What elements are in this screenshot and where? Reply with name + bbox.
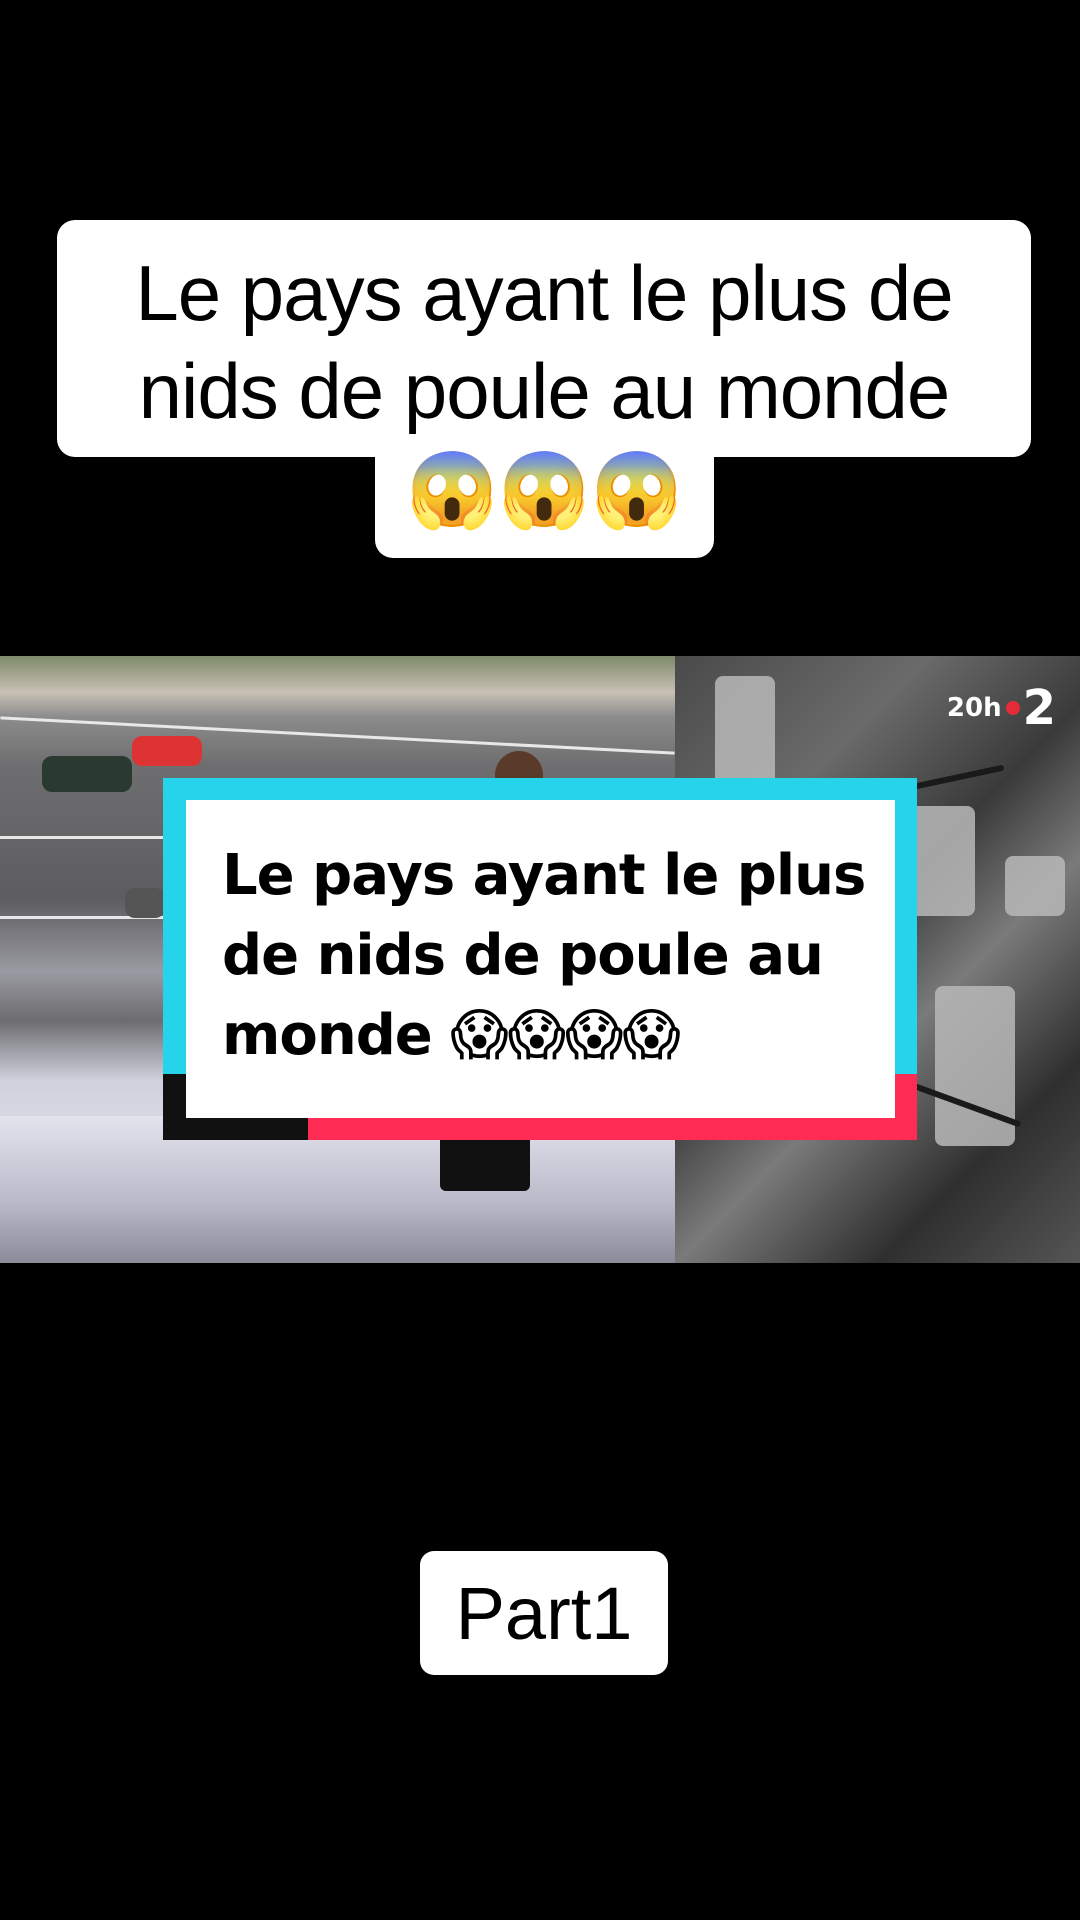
car-image bbox=[42, 756, 132, 792]
top-caption: Le pays ayant le plus de nids de poule a… bbox=[0, 220, 1080, 560]
caption-emoji: 😱😱😱 bbox=[406, 448, 683, 531]
part-label: Part1 bbox=[420, 1551, 668, 1675]
logo-channel: 2 bbox=[1022, 680, 1056, 736]
car-image bbox=[125, 888, 165, 918]
logo-dot-icon bbox=[1005, 701, 1020, 715]
overlay-card-text: Le pays ayant le plus de nids de poule a… bbox=[222, 843, 866, 1068]
logo-time: 20h bbox=[946, 693, 1002, 723]
presenter-legs bbox=[440, 1131, 530, 1191]
car-image bbox=[132, 736, 202, 766]
caption-title: Le pays ayant le plus de nids de poule a… bbox=[135, 249, 953, 435]
channel-logo: 20h 2 bbox=[947, 684, 1056, 732]
